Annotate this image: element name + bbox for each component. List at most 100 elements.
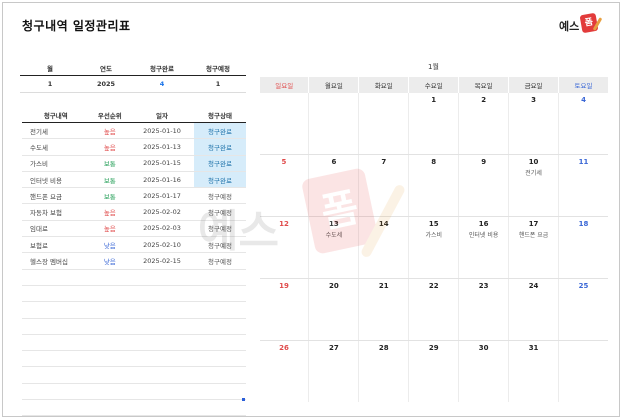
event-cell[interactable] (558, 231, 608, 279)
day-cell[interactable]: 12 (260, 217, 309, 232)
event-cell[interactable] (408, 293, 459, 341)
event-cell[interactable] (308, 107, 359, 155)
bill-priority[interactable]: 보통 (89, 171, 131, 189)
bill-status[interactable]: 청구완료 (194, 138, 246, 156)
bill-priority[interactable]: 낮음 (89, 236, 131, 254)
bill-priority[interactable]: 보통 (89, 155, 131, 172)
event-cell[interactable] (308, 293, 359, 341)
day-cell[interactable]: 4 (558, 93, 608, 107)
event-cell[interactable] (358, 293, 409, 341)
bill-status[interactable]: 청구완료 (194, 122, 246, 140)
day-cell[interactable]: 19 (260, 279, 309, 294)
bill-priority[interactable]: 낮음 (89, 252, 131, 270)
event-cell[interactable] (558, 355, 608, 402)
bill-priority[interactable]: 높음 (89, 138, 131, 156)
bill-status[interactable]: 청구예정 (194, 252, 246, 270)
day-cell[interactable]: 14 (358, 216, 409, 231)
event-cell[interactable] (358, 231, 409, 279)
bill-date[interactable]: 2025-02-15 (130, 252, 195, 270)
bill-name[interactable]: 헬스장 멤버십 (22, 252, 90, 270)
event-cell[interactable] (558, 169, 608, 217)
event-cell[interactable] (558, 293, 608, 341)
day-cell[interactable]: 24 (508, 278, 559, 293)
event-cell[interactable] (508, 293, 559, 341)
event-cell[interactable] (259, 169, 309, 217)
bill-date[interactable]: 2025-01-17 (130, 187, 195, 205)
bill-status[interactable]: 청구예정 (194, 187, 246, 205)
bill-name[interactable]: 핸드폰 요금 (22, 187, 90, 205)
day-cell[interactable]: 26 (260, 341, 309, 356)
day-cell[interactable]: 23 (458, 278, 509, 293)
day-cell[interactable]: 17 (508, 216, 559, 231)
empty-row[interactable] (22, 334, 246, 352)
bill-priority[interactable]: 보통 (89, 187, 131, 205)
day-cell[interactable]: 18 (558, 216, 608, 231)
event-cell[interactable]: 전기세 (508, 169, 559, 217)
table-row[interactable]: 자동차 보험 높음 2025-02-02 청구예정 (22, 203, 246, 221)
summary-year-value[interactable]: 2025 (78, 76, 134, 92)
fill-handle[interactable] (242, 398, 245, 401)
day-cell[interactable]: 30 (458, 340, 509, 355)
event-cell[interactable] (458, 355, 509, 402)
day-cell[interactable] (308, 93, 359, 107)
event-cell[interactable] (308, 355, 359, 402)
bill-name[interactable]: 가스비 (22, 155, 90, 172)
empty-row[interactable] (22, 318, 246, 335)
day-cell[interactable]: 31 (508, 340, 559, 355)
day-cell[interactable]: 22 (408, 278, 459, 293)
bill-status[interactable]: 청구예정 (194, 220, 246, 238)
bill-priority[interactable]: 높음 (89, 220, 131, 238)
table-row[interactable]: 가스비 보통 2025-01-15 청구완료 (22, 155, 246, 172)
event-cell[interactable] (259, 293, 309, 341)
bill-priority[interactable]: 높음 (89, 122, 131, 140)
day-cell[interactable]: 5 (260, 155, 309, 170)
bill-date[interactable]: 2025-02-02 (130, 203, 195, 221)
event-cell[interactable] (508, 355, 559, 402)
table-row[interactable]: 헬스장 멤버십 낮음 2025-02-15 청구예정 (22, 252, 246, 270)
event-cell[interactable] (408, 355, 459, 402)
bill-name[interactable]: 수도세 (22, 138, 90, 156)
empty-row[interactable] (22, 383, 246, 401)
bill-date[interactable]: 2025-01-16 (130, 171, 195, 189)
event-cell[interactable]: 수도세 (308, 231, 359, 279)
bill-status[interactable]: 청구완료 (194, 171, 246, 189)
bill-priority[interactable]: 높음 (89, 203, 131, 221)
event-cell[interactable] (308, 169, 359, 217)
summary-month-value[interactable]: 1 (22, 76, 78, 92)
event-cell[interactable] (259, 107, 309, 155)
bill-date[interactable]: 2025-01-13 (130, 138, 195, 156)
day-cell[interactable]: 28 (358, 340, 409, 355)
day-cell[interactable]: 11 (558, 154, 608, 169)
day-cell[interactable]: 7 (358, 154, 409, 169)
day-cell[interactable] (558, 340, 608, 355)
day-cell[interactable] (358, 93, 409, 107)
day-cell[interactable]: 21 (358, 278, 409, 293)
event-cell[interactable] (458, 293, 509, 341)
day-cell[interactable]: 8 (408, 154, 459, 169)
bill-name[interactable]: 보험료 (22, 236, 90, 254)
empty-row[interactable] (22, 366, 246, 384)
event-cell[interactable] (508, 107, 559, 155)
empty-row[interactable] (22, 350, 246, 368)
day-cell[interactable]: 15 (408, 216, 459, 231)
table-row[interactable]: 전기세 높음 2025-01-10 청구완료 (22, 122, 246, 140)
bill-status[interactable]: 청구예정 (194, 203, 246, 221)
day-cell[interactable]: 29 (408, 340, 459, 355)
bill-date[interactable]: 2025-01-15 (130, 155, 195, 172)
day-cell[interactable]: 9 (458, 154, 509, 169)
bill-date[interactable]: 2025-02-10 (130, 236, 195, 254)
event-cell[interactable] (260, 355, 309, 402)
day-cell[interactable]: 20 (308, 278, 359, 293)
empty-row[interactable] (22, 301, 246, 319)
bill-name[interactable]: 전기세 (22, 122, 90, 140)
bill-name[interactable]: 인터넷 비용 (22, 171, 90, 189)
table-row[interactable]: 수도세 높음 2025-01-13 청구완료 (22, 138, 246, 156)
day-cell[interactable]: 25 (558, 278, 608, 293)
event-cell[interactable]: 인터넷 비용 (458, 231, 509, 279)
table-row[interactable]: 핸드폰 요금 보통 2025-01-17 청구예정 (22, 187, 246, 205)
day-cell[interactable]: 6 (308, 154, 359, 169)
bill-status[interactable]: 청구예정 (194, 236, 246, 254)
empty-row[interactable] (22, 399, 246, 416)
day-cell[interactable]: 10 (508, 154, 559, 169)
day-cell[interactable]: 2 (458, 93, 509, 107)
